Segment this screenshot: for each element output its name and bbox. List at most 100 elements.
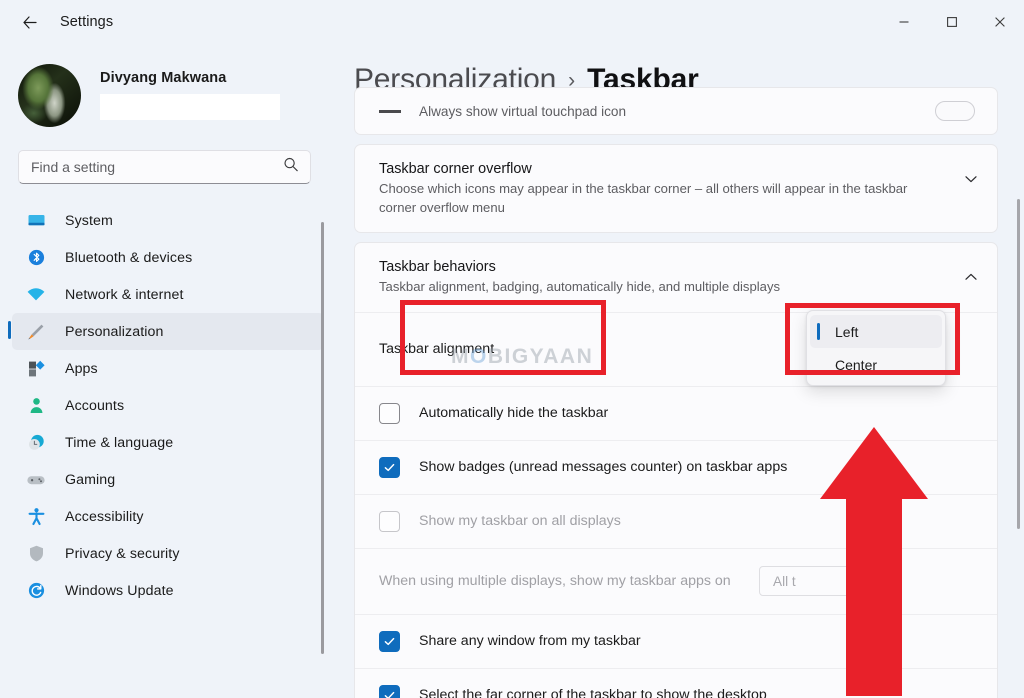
- flyout-option-label: Left: [835, 324, 858, 340]
- settings-window: Settings Divyang Makwan: [0, 0, 1024, 698]
- profile-email-redacted: [100, 94, 280, 120]
- sidebar-item-label: System: [65, 213, 113, 229]
- touchpad-icon: [379, 110, 401, 113]
- card-taskbar-corner-overflow: Taskbar corner overflow Choose which ico…: [354, 144, 998, 233]
- settings-cards: Always show virtual touchpad icon Taskba…: [340, 87, 1024, 698]
- sidebar-item-bluetooth-devices[interactable]: Bluetooth & devices: [12, 239, 324, 276]
- person-icon: [25, 395, 47, 417]
- checkbox-show-badges[interactable]: [379, 457, 400, 478]
- card-header[interactable]: Taskbar corner overflow Choose which ico…: [355, 145, 997, 232]
- sidebar-item-label: Accessibility: [65, 509, 144, 525]
- sidebar-item-windows-update[interactable]: Windows Update: [12, 572, 324, 609]
- row-always-show-virtual-touchpad[interactable]: Always show virtual touchpad icon: [355, 88, 997, 134]
- row-multiple-displays-taskbar-apps[interactable]: When using multiple displays, show my ta…: [355, 548, 997, 614]
- row-label: Show my taskbar on all displays: [419, 513, 975, 529]
- sidebar-item-label: Apps: [65, 361, 98, 377]
- combo-value: All t: [773, 574, 796, 589]
- maximize-button[interactable]: [928, 0, 976, 44]
- sidebar-item-label: Network & internet: [65, 287, 184, 303]
- card-subtitle: Choose which icons may appear in the tas…: [379, 180, 943, 217]
- maximize-icon: [946, 16, 958, 28]
- update-icon: [25, 580, 47, 602]
- minimize-button[interactable]: [880, 0, 928, 44]
- back-arrow-icon: [21, 14, 38, 31]
- flyout-option-center[interactable]: Center: [810, 348, 942, 381]
- sidebar: Divyang Makwana Find a setting: [0, 44, 340, 698]
- shield-icon: [25, 543, 47, 565]
- checkbox-show-taskbar-all-displays[interactable]: [379, 511, 400, 532]
- paintbrush-icon: [25, 321, 47, 343]
- row-label: Automatically hide the taskbar: [419, 405, 975, 421]
- combo-multiple-displays[interactable]: All t: [759, 566, 901, 596]
- sidebar-item-label: Time & language: [65, 435, 173, 451]
- card-subtitle: Taskbar alignment, badging, automaticall…: [379, 278, 943, 297]
- sidebar-item-system[interactable]: System: [12, 202, 324, 239]
- row-far-corner-show-desktop[interactable]: Select the far corner of the taskbar to …: [355, 668, 997, 698]
- sidebar-nav: System Bluetooth & devices Network: [0, 202, 340, 609]
- sidebar-item-label: Personalization: [65, 324, 164, 340]
- search-icon: [283, 157, 299, 178]
- close-icon: [994, 16, 1006, 28]
- check-icon: [383, 689, 396, 698]
- bluetooth-icon: [25, 247, 47, 269]
- touchpad-toggle[interactable]: [935, 101, 975, 121]
- card-touch-keyboard-partial: Always show virtual touchpad icon: [354, 87, 998, 135]
- chevron-down-icon[interactable]: [963, 171, 979, 192]
- user-profile[interactable]: Divyang Makwana: [18, 60, 340, 130]
- row-share-any-window[interactable]: Share any window from my taskbar: [355, 614, 997, 668]
- sidebar-item-label: Privacy & security: [65, 546, 180, 562]
- card-header-text: Taskbar corner overflow Choose which ico…: [379, 161, 963, 217]
- gamepad-icon: [25, 469, 47, 491]
- card-header[interactable]: Taskbar behaviors Taskbar alignment, bad…: [355, 243, 997, 312]
- sidebar-item-apps[interactable]: Apps: [12, 350, 324, 387]
- sidebar-item-accounts[interactable]: Accounts: [12, 387, 324, 424]
- avatar: [18, 64, 81, 127]
- sidebar-item-label: Gaming: [65, 472, 115, 488]
- back-button[interactable]: [10, 6, 48, 38]
- window-title: Settings: [60, 14, 113, 30]
- row-show-badges[interactable]: Show badges (unread messages counter) on…: [355, 440, 997, 494]
- row-automatically-hide-taskbar[interactable]: Automatically hide the taskbar: [355, 386, 997, 440]
- sidebar-item-privacy-security[interactable]: Privacy & security: [12, 535, 324, 572]
- monitor-icon: [25, 210, 47, 232]
- sidebar-item-gaming[interactable]: Gaming: [12, 461, 324, 498]
- card-title: Taskbar corner overflow: [379, 161, 943, 177]
- sidebar-item-label: Accounts: [65, 398, 124, 414]
- sidebar-scrollbar[interactable]: [321, 222, 324, 654]
- content-scrollbar[interactable]: [1017, 199, 1020, 529]
- row-show-taskbar-all-displays[interactable]: Show my taskbar on all displays: [355, 494, 997, 548]
- search-input[interactable]: Find a setting: [18, 150, 311, 184]
- profile-text: Divyang Makwana: [100, 70, 280, 120]
- profile-name: Divyang Makwana: [100, 70, 280, 86]
- apps-icon: [25, 358, 47, 380]
- sidebar-item-personalization[interactable]: Personalization: [12, 313, 324, 350]
- row-label: Always show virtual touchpad icon: [419, 104, 935, 119]
- sidebar-item-label: Bluetooth & devices: [65, 250, 192, 266]
- card-header-text: Taskbar behaviors Taskbar alignment, bad…: [379, 259, 963, 297]
- row-label: Share any window from my taskbar: [419, 633, 975, 649]
- close-button[interactable]: [976, 0, 1024, 44]
- checkbox-share-any-window[interactable]: [379, 631, 400, 652]
- taskbar-alignment-flyout: Left Center: [806, 310, 946, 386]
- sidebar-item-accessibility[interactable]: Accessibility: [12, 498, 324, 535]
- check-icon: [383, 461, 396, 474]
- search-placeholder: Find a setting: [31, 159, 115, 175]
- row-label: Show badges (unread messages counter) on…: [419, 459, 975, 475]
- chevron-up-icon[interactable]: [963, 269, 979, 290]
- card-title: Taskbar behaviors: [379, 259, 943, 275]
- minimize-icon: [898, 16, 910, 28]
- sidebar-item-time-language[interactable]: Time & language: [12, 424, 324, 461]
- chevron-down-icon: [878, 575, 891, 588]
- sidebar-item-label: Windows Update: [65, 583, 174, 599]
- wifi-icon: [25, 284, 47, 306]
- row-label: When using multiple displays, show my ta…: [379, 573, 759, 589]
- checkbox-automatically-hide-taskbar[interactable]: [379, 403, 400, 424]
- window-controls: [880, 0, 1024, 44]
- flyout-option-left[interactable]: Left: [810, 315, 942, 348]
- sidebar-item-network-internet[interactable]: Network & internet: [12, 276, 324, 313]
- check-icon: [383, 635, 396, 648]
- flyout-option-label: Center: [835, 357, 877, 373]
- clock-icon: [25, 432, 47, 454]
- checkbox-far-corner-show-desktop[interactable]: [379, 685, 400, 698]
- row-label: Select the far corner of the taskbar to …: [419, 687, 975, 698]
